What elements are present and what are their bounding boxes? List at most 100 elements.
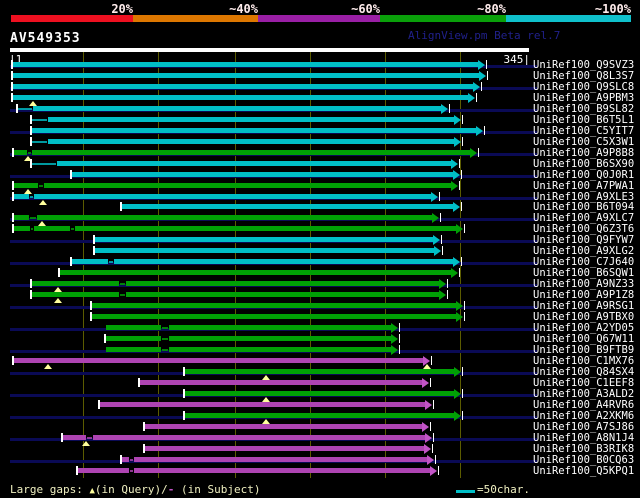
direction-arrow-icon [432, 213, 439, 224]
alignment-bar-segment [57, 160, 451, 166]
alignment-bar-segment [95, 248, 434, 254]
query-title: AV549353 [10, 31, 81, 46]
alignment-end-tick [464, 224, 465, 234]
alignment-bar-segment [32, 281, 119, 287]
direction-arrow-icon [454, 410, 461, 421]
alignment-end-tick [459, 180, 460, 190]
alignment-end-tick [447, 290, 448, 300]
subject-gap-line [30, 217, 36, 220]
alignment-row: UniRef100_Q5KPQ1 [0, 465, 640, 478]
legend-prefix: Large gaps: [10, 483, 90, 496]
direction-arrow-icon [427, 454, 434, 465]
scale-sample-line [456, 490, 475, 493]
alignment-end-tick [430, 421, 431, 431]
alignment-start-tick [12, 224, 14, 234]
alignment-start-tick [30, 136, 32, 146]
alignment-start-tick [30, 125, 32, 135]
alignment-bar-segment [14, 182, 38, 188]
alignment-end-tick [447, 279, 448, 289]
scale-tick-label: ~60% [351, 2, 380, 16]
alignment-start-tick [30, 158, 32, 168]
direction-arrow-icon [456, 224, 463, 235]
alignment-start-tick [12, 213, 14, 223]
alignment-end-tick [439, 191, 440, 201]
direction-arrow-icon [451, 158, 458, 169]
direction-arrow-icon [439, 290, 446, 301]
alignment-bar-segment [78, 467, 129, 473]
alignment-end-tick [399, 323, 400, 333]
alignment-start-tick [61, 432, 63, 442]
alignment-bar-segment [122, 204, 453, 210]
direction-arrow-icon [476, 125, 483, 136]
subject-gap-line [31, 228, 33, 231]
alignment-bar-segment [114, 259, 453, 265]
direction-arrow-icon [451, 180, 458, 191]
alignment-end-tick [462, 366, 463, 376]
direction-arrow-icon [470, 147, 477, 158]
alignment-bar-segment [34, 226, 70, 232]
alignment-start-tick [120, 454, 122, 464]
alignment-bar-segment [93, 434, 425, 440]
subject-label[interactable]: UniRef100_Q0J0R1 [533, 169, 634, 181]
subject-label[interactable]: UniRef100_B0CQ63 [533, 454, 634, 466]
alignment-start-tick [90, 312, 92, 322]
subject-gap-line [39, 184, 43, 187]
alignment-start-tick [104, 334, 106, 343]
alignment-start-tick [98, 399, 100, 409]
alignment-bar-segment [140, 379, 422, 385]
alignment-bar-segment [48, 116, 454, 122]
alignment-bar-segment [13, 72, 479, 78]
subject-label[interactable]: UniRef100_A7PWA1 [533, 180, 634, 192]
alignment-end-tick [484, 125, 485, 135]
direction-arrow-icon [391, 334, 398, 344]
alignment-end-tick [459, 158, 460, 168]
alignment-start-tick [12, 147, 14, 157]
subject-gap-line [32, 118, 47, 121]
alignment-bar-segment [92, 303, 456, 309]
direction-arrow-icon [456, 301, 463, 312]
alignment-bar-segment [145, 445, 424, 451]
direction-arrow-icon [453, 202, 460, 213]
alignment-end-tick [464, 312, 465, 322]
alignment-bar-segment [185, 368, 454, 374]
alignment-start-tick [58, 268, 60, 278]
subject-gap-line [120, 283, 125, 286]
alignment-end-tick [435, 454, 436, 464]
alignment-bar-segment [95, 237, 433, 243]
subject-gap-line [87, 436, 92, 439]
alignment-bar-segment [72, 171, 453, 177]
alignment-bar-segment [185, 412, 454, 418]
subject-gap-line [120, 294, 125, 297]
scale-segment [133, 15, 258, 22]
scale-tick-label: ~100% [594, 2, 631, 16]
subject-label[interactable]: UniRef100_Q5KPQ1 [533, 465, 634, 477]
query-ruler-bar [10, 48, 529, 52]
direction-arrow-icon [454, 114, 461, 125]
direction-arrow-icon [478, 60, 485, 70]
scale-tick-label: 20% [111, 2, 133, 16]
subject-label[interactable]: UniRef100_B3RIK8 [533, 443, 634, 455]
alignment-bar-segment [13, 94, 468, 100]
alignment-bar-segment [145, 423, 422, 429]
alignment-bar-segment [169, 346, 391, 352]
alignment-start-tick [90, 301, 92, 311]
alignment-end-tick [462, 388, 463, 398]
scale-tick-label: ~80% [477, 2, 506, 16]
subject-label[interactable]: UniRef100_B6SX90 [533, 158, 634, 170]
alignment-end-tick [462, 114, 463, 124]
alignment-end-tick [438, 465, 439, 475]
direction-arrow-icon [422, 377, 429, 388]
alignment-end-tick [442, 246, 443, 256]
direction-arrow-icon [473, 81, 480, 92]
alignment-bar-segment [169, 325, 391, 331]
subject-gap-line [162, 338, 168, 340]
alignment-start-tick [11, 70, 13, 80]
alignment-start-tick [11, 60, 13, 69]
alignment-bar-segment [134, 456, 427, 462]
alignment-end-tick [399, 344, 400, 354]
direction-arrow-icon [479, 70, 486, 81]
alignment-end-tick [433, 399, 434, 409]
subject-gap-line [130, 469, 133, 472]
subject-label[interactable]: UniRef100_A8N1J4 [533, 432, 634, 444]
subject-gap-line [71, 228, 74, 231]
